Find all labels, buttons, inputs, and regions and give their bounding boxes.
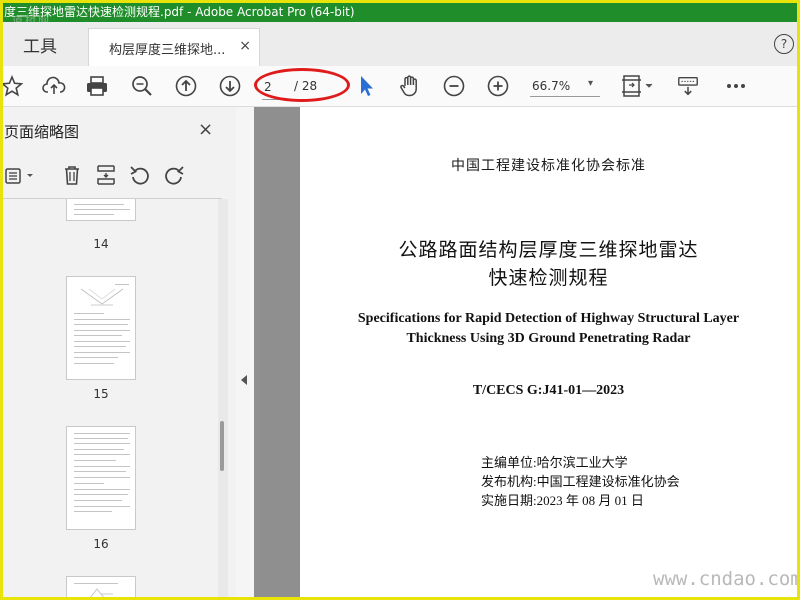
document-english-title-line1: Specifications for Rapid Detection of Hi… (357, 311, 740, 326)
thumbnail-list: 14 15 16 (0, 199, 218, 600)
document-english-title-line2: Thickness Using 3D Ground Penetrating Ra… (406, 331, 691, 346)
star-icon[interactable] (0, 74, 24, 98)
rotate-right-icon[interactable] (162, 163, 186, 191)
document-background (254, 107, 300, 600)
window-title: 度三维探地雷达快速检测规程.pdf - Adobe Acrobat Pro (6… (4, 5, 355, 19)
search-zoom-icon[interactable] (130, 74, 154, 98)
document-editor: 主编单位:哈尔滨工业大学 (481, 455, 628, 470)
document-organization: 中国工程建设标准化协会标准 (451, 158, 646, 174)
rotate-left-icon[interactable] (128, 163, 152, 191)
tab-document-label: 构层厚度三维探地... (109, 43, 226, 58)
arrow-up-icon[interactable] (174, 74, 198, 98)
delete-page-icon[interactable] (60, 163, 84, 191)
insert-page-icon[interactable] (94, 163, 118, 191)
thumbnail-page[interactable] (66, 576, 136, 600)
thumbnail-sidebar: 页面缩略图 × 14 15 16 (0, 107, 237, 600)
thumbnail-page-number: 15 (93, 387, 109, 401)
close-tab-icon[interactable]: × (239, 38, 251, 54)
document-title-line2: 快速检测规程 (488, 267, 609, 289)
tab-document[interactable]: 构层厚度三维探地... × (88, 28, 260, 66)
zoom-in-icon[interactable] (486, 74, 510, 98)
title-bar: 度三维探地雷达快速检测规程.pdf - Adobe Acrobat Pro (6… (0, 0, 800, 22)
thumbnail-page[interactable] (66, 426, 136, 530)
document-standard-code: T/CECS G:J41-01—2023 (472, 383, 625, 398)
zoom-underline (530, 96, 600, 97)
document-page: 中国工程建设标准化协会标准 公路路面结构层厚度三维探地雷达 快速检测规程 Spe… (300, 107, 797, 600)
document-title-line1: 公路路面结构层厚度三维探地雷达 (398, 239, 699, 261)
thumbnail-page[interactable] (66, 199, 136, 221)
tab-bar: 工具 构层厚度三维探地... × (0, 22, 800, 67)
sidebar-title: 页面缩略图 (4, 123, 80, 141)
thumbnail-options-icon[interactable] (2, 165, 36, 191)
thumbnail-page-number: 14 (93, 237, 109, 251)
highlight-annotation (254, 68, 350, 102)
sidebar-collapse-strip[interactable] (236, 107, 255, 600)
zoom-dropdown-icon[interactable]: ▾ (588, 78, 593, 89)
cursor-icon[interactable] (354, 74, 378, 98)
zoom-level[interactable]: 66.7% (532, 79, 570, 93)
more-icon[interactable] (724, 74, 748, 98)
keyboard-icon[interactable] (676, 74, 700, 98)
document-effective-date: 实施日期:2023 年 08 月 01 日 (481, 493, 644, 508)
thumbnail-page-number: 16 (93, 537, 109, 551)
site-watermark: www.cndao.com (653, 568, 800, 590)
cloud-upload-icon[interactable] (42, 74, 66, 98)
document-publisher: 发布机构:中国工程建设标准化协会 (481, 474, 680, 489)
print-icon[interactable] (85, 74, 109, 98)
zoom-out-icon[interactable] (442, 74, 466, 98)
sidebar-scroll-thumb[interactable] (220, 421, 224, 471)
hand-icon[interactable] (398, 74, 422, 98)
tab-tools[interactable]: 工具 (0, 22, 80, 66)
sidebar-toolbar (0, 159, 236, 193)
page-fit-icon[interactable] (620, 74, 654, 98)
sidebar-scrollbar[interactable] (218, 199, 228, 600)
thumbnail-page[interactable] (66, 276, 136, 380)
main-toolbar: / 28 66.7% ▾ (0, 66, 800, 107)
collapse-arrow-icon[interactable] (241, 375, 247, 385)
sidebar-close-icon[interactable]: × (198, 119, 213, 140)
help-icon[interactable]: ? (774, 34, 794, 54)
arrow-down-icon[interactable] (218, 74, 242, 98)
